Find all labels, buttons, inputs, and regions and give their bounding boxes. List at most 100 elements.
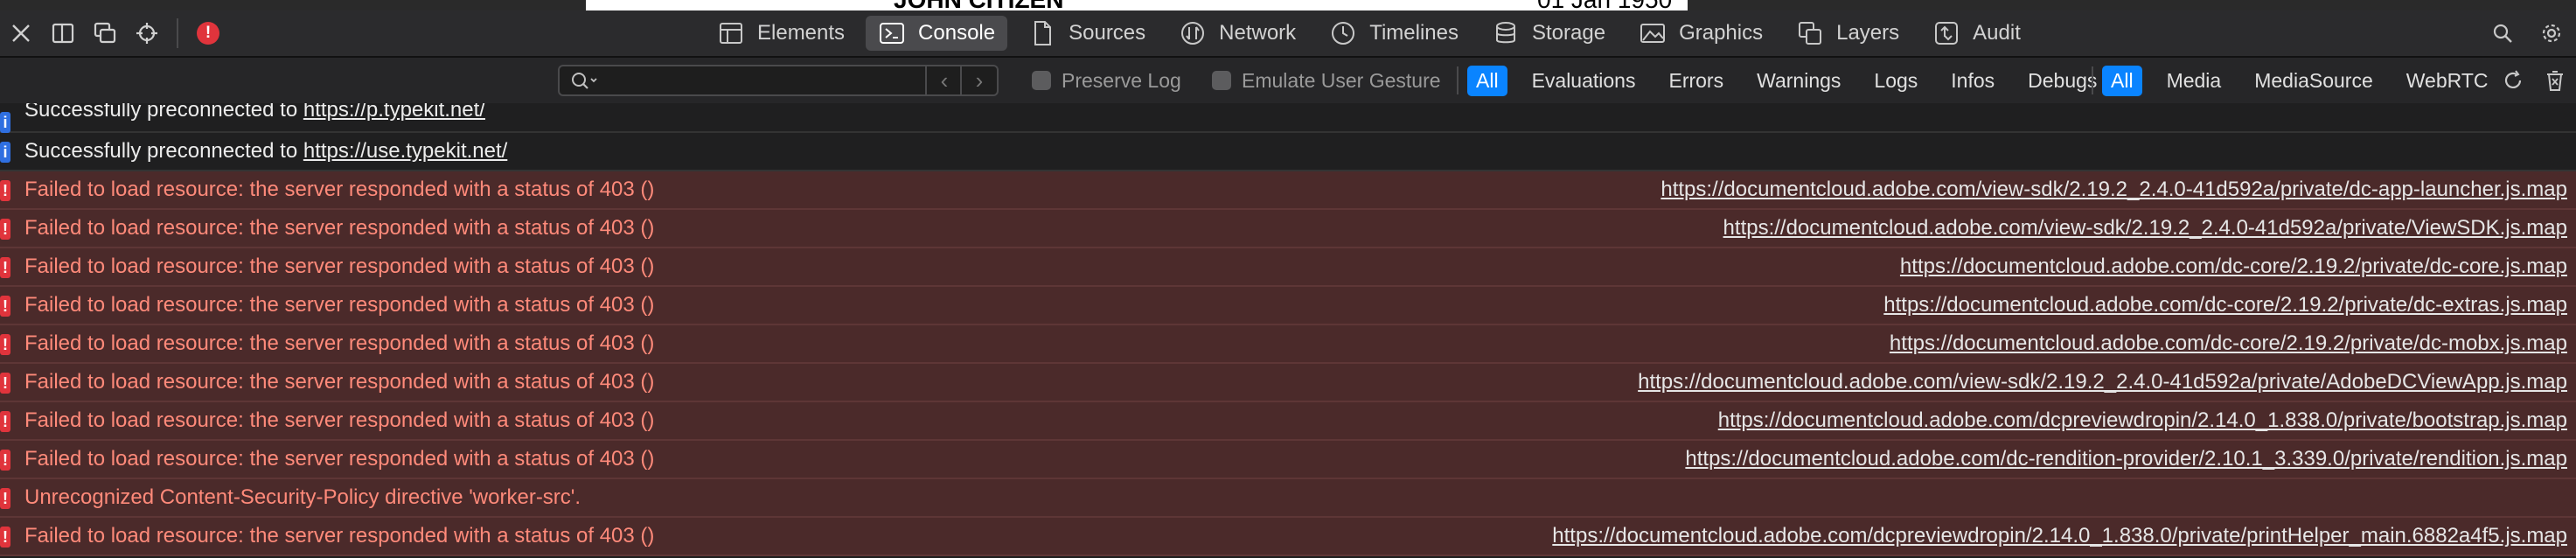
source-filter-all[interactable]: All [2102,65,2142,96]
source-link[interactable]: https://documentcloud.adobe.com/view-sdk… [1638,370,2567,394]
console-messages: i Successfully preconnected to https://p… [0,103,2576,558]
error-count-button[interactable]: ! [187,10,229,56]
message-text: Failed to load resource: the server resp… [24,293,655,317]
error-icon: ! [0,296,10,317]
page-name-text: JOHN CITIZEN [894,0,1063,10]
reload-icon[interactable] [2492,58,2534,103]
search-input[interactable] [609,68,909,94]
message-link[interactable]: https://use.typekit.net/ [303,139,507,163]
level-filter-warnings[interactable]: Warnings [1748,66,1849,96]
message-text: Failed to load resource: the server resp… [24,370,655,394]
info-icon: i [0,112,10,133]
console-message[interactable]: i Successfully preconnected to https://p… [0,103,2576,133]
tab-elements[interactable]: Elements [705,16,857,51]
divider [2092,66,2093,94]
console-message[interactable]: ! Failed to load resource: the server re… [0,402,2576,441]
tab-sources[interactable]: Sources [1016,16,1158,51]
undock-window-icon[interactable] [84,10,126,56]
message-text: Failed to load resource: the server resp… [24,408,655,432]
dock-side-icon[interactable] [42,10,84,56]
gear-icon[interactable] [2527,10,2576,56]
close-icon[interactable] [0,10,42,56]
console-message[interactable]: i Successfully preconnected to https://u… [0,133,2576,171]
info-icon: i [0,142,10,163]
console-message[interactable]: ! Failed to load resource: the server re… [0,287,2576,325]
divider [177,18,178,48]
preserve-log-checkbox[interactable]: Preserve Log [1032,58,1181,103]
source-link[interactable]: https://documentcloud.adobe.com/dc-core/… [1883,293,2567,317]
console-message[interactable]: ! Failed to load resource: the server re… [0,441,2576,479]
previous-match-button[interactable]: ‹ [925,66,962,94]
audit-icon [1932,19,1960,47]
checkbox-box [1212,71,1231,90]
tab-label: Network [1219,21,1297,45]
source-filter-media[interactable]: Media [2158,66,2231,96]
console-filter-bar: ‹ › Preserve Log Emulate User Gesture Al… [0,58,2576,105]
tab-label: Graphics [1679,21,1764,45]
error-badge-icon: ! [197,22,219,45]
source-link[interactable]: https://documentcloud.adobe.com/view-sdk… [1723,216,2567,241]
console-message[interactable]: ! Failed to load resource: the server re… [0,518,2576,556]
source-link[interactable]: https://documentcloud.adobe.com/view-sdk… [1660,178,2567,202]
tab-graphics[interactable]: Graphics [1626,16,1775,51]
tab-layers[interactable]: Layers [1784,16,1911,51]
graphics-icon [1639,19,1667,47]
tab-timelines[interactable]: Timelines [1317,16,1471,51]
level-filter-errors[interactable]: Errors [1660,66,1732,96]
message-text: Failed to load resource: the server resp… [24,216,655,240]
message-link[interactable]: https://p.typekit.net/ [303,103,485,122]
sources-icon [1028,19,1056,47]
error-icon: ! [0,373,10,394]
message-text: Successfully preconnected to https://use… [24,139,508,163]
filter-bar-right-controls [2492,58,2576,103]
tab-storage[interactable]: Storage [1479,16,1618,51]
network-icon [1179,19,1207,47]
console-icon [878,19,906,47]
error-icon: ! [0,411,10,432]
message-text: Failed to load resource: the server resp… [24,255,655,278]
source-link[interactable]: https://documentcloud.adobe.com/dcprevie… [1718,408,2567,433]
inspected-page-strip: JOHN CITIZEN 01 Jan 1950 [0,0,2576,10]
source-link[interactable]: https://documentcloud.adobe.com/dc-rendi… [1685,447,2567,471]
emulate-user-gesture-checkbox[interactable]: Emulate User Gesture [1212,58,1441,103]
level-filter-evaluations[interactable]: Evaluations [1523,66,1645,96]
console-message[interactable]: ! Failed to load resource: the server re… [0,325,2576,364]
source-filter-webrtc[interactable]: WebRTC [2398,66,2497,96]
tab-label: Timelines [1369,21,1459,45]
error-icon: ! [0,334,10,355]
search-icon[interactable] [2478,10,2527,56]
source-link[interactable]: https://documentcloud.adobe.com/dc-core/… [1890,331,2567,356]
checkbox-label: Preserve Log [1062,68,1181,92]
checkbox-label: Emulate User Gesture [1242,68,1441,92]
tab-network[interactable]: Network [1166,16,1308,51]
inspect-element-icon[interactable] [126,10,168,56]
checkbox-box [1032,71,1051,90]
error-icon: ! [0,450,10,471]
error-icon: ! [0,180,10,201]
chevron-left-icon: ‹ [940,66,949,94]
source-filter-mediasource[interactable]: MediaSource [2245,66,2382,96]
tab-console[interactable]: Console [866,16,1008,51]
console-message[interactable]: ! Failed to load resource: the server re… [0,364,2576,402]
tab-audit[interactable]: Audit [1920,16,2033,51]
inspected-page: JOHN CITIZEN 01 Jan 1950 [586,0,1688,10]
error-icon: ! [0,257,10,278]
message-text: Failed to load resource: the server resp… [24,524,655,548]
source-link[interactable]: https://documentcloud.adobe.com/dcprevie… [1552,524,2567,548]
console-message[interactable]: ! Failed to load resource: the server re… [0,171,2576,210]
level-filter-logs[interactable]: Logs [1865,66,1926,96]
level-filter-all[interactable]: All [1467,65,1507,96]
message-text: Failed to load resource: the server resp… [24,331,655,355]
next-match-button[interactable]: › [960,66,997,94]
console-message[interactable]: ! Failed to load resource: the server re… [0,248,2576,287]
layers-icon [1796,19,1824,47]
console-message[interactable]: ! Unrecognized Content-Security-Policy d… [0,479,2576,518]
clear-console-icon[interactable] [2534,58,2576,103]
tab-bar-left-controls: ! [0,10,229,56]
tab-bar-right-controls [2478,10,2576,56]
source-link[interactable]: https://documentcloud.adobe.com/dc-core/… [1900,255,2567,279]
level-filter-infos[interactable]: Infos [1942,66,2003,96]
console-message[interactable]: ! Failed to load resource: the server re… [0,210,2576,248]
divider [1457,66,1459,94]
tab-label: Storage [1532,21,1606,45]
